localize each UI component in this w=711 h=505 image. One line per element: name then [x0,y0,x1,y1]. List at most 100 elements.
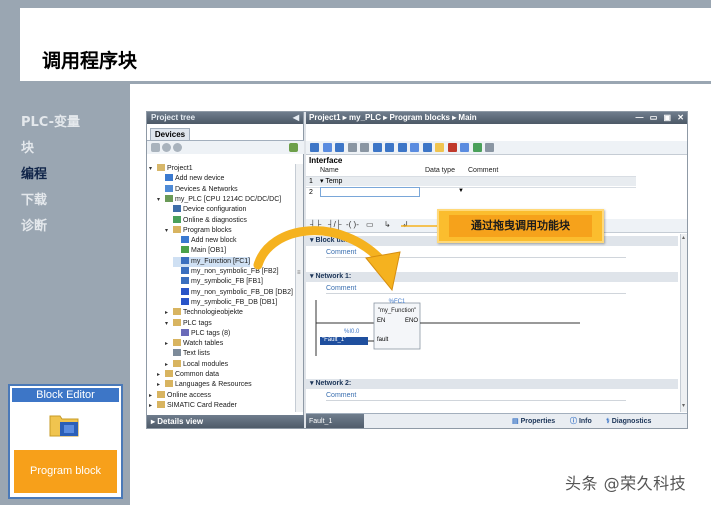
interface-name-input[interactable] [320,187,420,197]
no-contact-icon[interactable]: ┤├ [310,220,321,229]
tree-expander-icon[interactable]: ▸ [165,360,173,370]
tree-item-label: Watch tables [183,340,224,348]
zoom-icon[interactable] [410,143,419,152]
tab-properties[interactable]: ▤ Properties [512,416,555,428]
scroll-down-icon[interactable]: ▾ [682,402,685,409]
tree-item[interactable]: Add new block [173,236,237,246]
network-1-comment[interactable]: Comment [326,284,626,294]
network-icon [165,184,173,192]
favorites-icon[interactable] [397,143,407,152]
abs-address-icon[interactable] [385,143,394,152]
help-icon[interactable] [485,143,494,152]
tree-item[interactable]: Add new device [157,174,224,184]
tree-item[interactable]: ▾ Program blocks [165,225,232,236]
new-icon[interactable] [151,143,160,152]
details-view-bar[interactable]: ▸ Details view [147,415,304,428]
block-comment[interactable]: Comment [326,248,626,258]
open-branch-icon[interactable]: ↳ [384,220,391,229]
tree-item[interactable]: ▸ SIMATIC Card Reader [149,400,237,411]
nav-item-programming[interactable]: 编程 [21,165,80,191]
forward-icon[interactable] [173,143,182,152]
tree-item[interactable]: ▸ Languages & Resources [157,380,252,390]
block-props-icon[interactable] [435,143,444,152]
editor-scrollbar[interactable]: ▴ ▾ [680,234,687,412]
tree-item[interactable]: ▾ my_PLC [CPU 1214C DC/DC/DC] [157,194,281,205]
tree-item[interactable]: Main [OB1] [173,246,226,256]
insert-network-icon[interactable] [310,143,319,152]
data-type-dropdown-icon[interactable]: ▼ [458,188,464,194]
tree-expander-icon[interactable]: ▾ [149,164,157,174]
tree-item-label: Languages & Resources [175,381,252,389]
error-icon[interactable] [447,143,457,152]
ladder-rung [315,300,580,356]
go-to-icon[interactable] [460,143,469,152]
plc-icon [165,194,173,202]
tree-item[interactable]: Text lists [165,349,210,359]
nc-contact-icon[interactable]: ┤/├ [328,220,342,229]
tree-item[interactable]: Device configuration [165,205,246,215]
delete-network-icon[interactable] [322,143,332,152]
tree-expander-icon[interactable]: ▸ [157,370,165,380]
fc-name[interactable]: "my_Function" [372,308,422,314]
tree-expander-icon[interactable]: ▸ [165,308,173,318]
input-tag[interactable]: "Fault_1" [322,337,346,343]
monitor-icon[interactable] [422,143,432,152]
scroll-up-icon[interactable]: ▴ [682,234,685,241]
back-icon[interactable] [162,143,171,152]
online-icon[interactable] [472,143,482,152]
tree-item[interactable]: ▸ Watch tables [165,339,223,349]
block-editor-icon [49,415,79,437]
editor-bottom-bar: Fault_1 ▤ Properties ⓘ Info ⚕ Diagnostic… [306,413,687,428]
nav-item-download[interactable]: 下载 [21,191,80,217]
fault-tab[interactable]: Fault_1 [306,414,364,428]
project-tree-scrollbar[interactable]: ≡ [295,164,303,412]
window-buttons[interactable]: — ▭ ▣ ✕ [636,112,687,124]
close-branch-icon[interactable]: ↲ [402,220,409,229]
tree-expander-icon[interactable]: ▸ [165,339,173,349]
tree-item[interactable]: my_Function [FC1] [173,256,251,267]
tree-item[interactable]: Devices & Networks [157,184,238,195]
tree-expander-icon[interactable]: ▸ [149,391,157,401]
coil-icon[interactable]: -( )- [346,220,359,229]
show-comment-icon[interactable] [372,143,382,152]
collapse-left-icon[interactable]: ◀ [293,112,299,124]
tree-item[interactable]: my_symbolic_FB_DB [DB1] [173,297,277,308]
nav-item-blocks[interactable]: 块 [21,139,80,165]
info-icon: ⓘ [570,418,579,425]
empty-box-icon[interactable]: ▭ [366,220,374,229]
tree-expander-icon[interactable]: ▾ [157,195,165,205]
tree-item[interactable]: my_non_symbolic_FB [FB2] [173,267,279,277]
network-1-header[interactable]: ▾ Network 1: [306,272,678,282]
tab-info[interactable]: ⓘ Info [570,416,592,428]
sync-icon[interactable] [289,143,298,152]
network-2-title: Network 2: [315,380,352,387]
device-config-icon [173,205,181,213]
nav-item-plc-tags[interactable]: PLC-变量 [21,113,80,139]
interface-row[interactable]: 1 ▾ Temp [306,176,636,186]
tab-devices[interactable]: Devices [150,128,190,140]
insert-row-icon[interactable] [335,143,344,152]
tree-item[interactable]: my_symbolic_FB [FB1] [173,277,263,287]
network-2-comment[interactable]: Comment [326,391,626,401]
nav-item-diagnostics[interactable]: 诊断 [21,217,80,243]
tree-expander-icon[interactable]: ▾ [165,226,173,236]
tree-item[interactable]: ▸ Technologieobjekte [165,308,243,318]
tree-item[interactable]: Online & diagnostics [165,215,247,226]
tree-expander-icon[interactable]: ▸ [149,401,157,411]
tree-item[interactable]: my_non_symbolic_FB_DB [DB2] [173,287,293,298]
tree-expander-icon[interactable]: ▾ [165,319,173,329]
tree-expander-icon[interactable]: ▸ [157,380,165,390]
fc-operand: %FC1 [388,299,406,305]
tree-item[interactable]: ▸ Common data [157,370,219,380]
tree-item[interactable]: ▸ Online access [149,390,211,401]
add-row-icon[interactable] [347,143,357,152]
tab-diagnostics[interactable]: ⚕ Diagnostics [606,416,651,428]
tree-item[interactable]: ▸ Local modules [165,359,228,370]
tree-item-label: Main [OB1] [191,247,227,255]
tree-item[interactable]: PLC tags (8) [173,328,230,339]
tree-item[interactable]: ▾ PLC tags [165,318,212,329]
network-2-header[interactable]: ▾ Network 2: [306,379,678,389]
tree-item[interactable]: ▾ Project1 [149,164,193,174]
move-icon[interactable] [360,143,369,152]
fc-en: EN [377,318,386,324]
